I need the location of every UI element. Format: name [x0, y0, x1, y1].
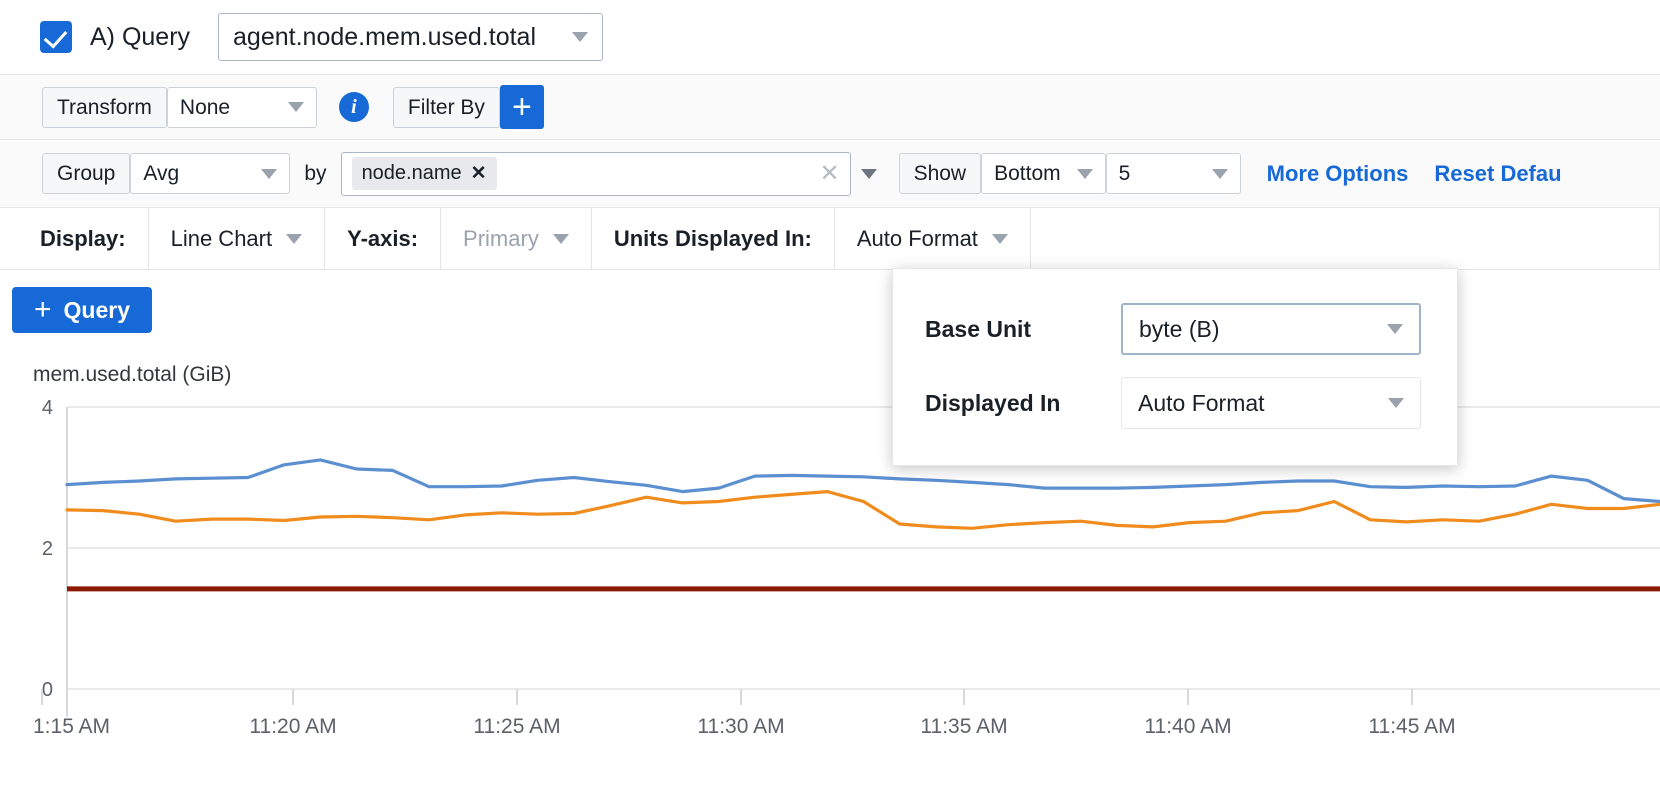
units-value: Auto Format	[857, 226, 978, 252]
plus-icon: +	[34, 295, 52, 325]
x-axis-tick-label: 11:25 AM	[473, 715, 560, 738]
chevron-down-icon	[1388, 398, 1404, 408]
chevron-down-icon	[261, 169, 277, 179]
metric-select-value: agent.node.mem.used.total	[233, 23, 536, 52]
tag-chip-label: node.name	[362, 162, 462, 185]
yaxis-value: Primary	[463, 226, 539, 252]
show-label: Show	[899, 153, 982, 194]
reset-defaults-link[interactable]: Reset Defau	[1434, 161, 1561, 187]
add-query-label: Query	[64, 297, 130, 324]
transform-select[interactable]: None	[167, 87, 317, 128]
chevron-down-icon	[1212, 169, 1228, 179]
displayed-in-label: Displayed In	[925, 390, 1121, 417]
show-count-value: 5	[1119, 163, 1131, 184]
group-aggregation-select[interactable]: Avg	[130, 153, 290, 194]
x-axis-tick-label: 11:45 AM	[1368, 715, 1455, 738]
transform-row: Transform None i Filter By +	[0, 75, 1660, 140]
transform-select-value: None	[180, 97, 230, 118]
clear-icon[interactable]: ✕	[819, 159, 839, 188]
show-count-select[interactable]: 5	[1106, 153, 1241, 194]
units-popover: Base Unit byte (B) Displayed In Auto For…	[892, 268, 1458, 466]
display-type-value: Line Chart	[171, 226, 273, 252]
chevron-down-icon	[572, 32, 588, 42]
query-enabled-checkbox[interactable]	[40, 21, 72, 53]
x-axis-tick-label: 11:20 AM	[249, 715, 336, 738]
display-row-filler	[1031, 208, 1660, 270]
base-unit-select[interactable]: byte (B)	[1121, 303, 1421, 355]
chart-title: mem.used.total (GiB)	[33, 363, 231, 387]
displayed-in-row: Displayed In Auto Format	[925, 377, 1421, 429]
units-label: Units Displayed In:	[592, 208, 835, 270]
display-label: Display:	[0, 208, 149, 270]
units-select[interactable]: Auto Format	[835, 208, 1031, 270]
metric-explorer-panel: A) Query agent.node.mem.used.total Trans…	[0, 0, 1660, 788]
yaxis-label: Y-axis:	[325, 208, 441, 270]
chevron-down-icon	[992, 234, 1008, 244]
show-direction-select[interactable]: Bottom	[981, 153, 1106, 194]
transform-label: Transform	[42, 87, 167, 128]
x-axis-tick-label: 1:15 AM	[33, 715, 110, 738]
chevron-down-icon	[553, 234, 569, 244]
group-row: Group Avg by node.name ✕ ✕ Show Bottom 5	[0, 140, 1660, 208]
base-unit-row: Base Unit byte (B)	[925, 303, 1421, 355]
show-group: Show Bottom 5	[899, 153, 1241, 194]
tag-chip[interactable]: node.name ✕	[352, 157, 497, 190]
group-by-tag-input[interactable]: node.name ✕ ✕	[341, 152, 851, 196]
filter-by-button[interactable]: Filter By	[393, 87, 500, 128]
display-row: Display: Line Chart Y-axis: Primary Unit…	[0, 208, 1660, 270]
displayed-in-value: Auto Format	[1138, 390, 1265, 417]
chevron-down-icon	[286, 234, 302, 244]
show-direction-value: Bottom	[994, 163, 1061, 184]
chevron-down-icon[interactable]	[861, 169, 877, 179]
displayed-in-select[interactable]: Auto Format	[1121, 377, 1421, 429]
add-filter-button[interactable]: +	[500, 85, 544, 129]
y-axis-tick-label: 2	[42, 538, 53, 560]
chevron-down-icon	[288, 102, 304, 112]
chevron-down-icon	[1387, 324, 1403, 334]
display-type-select[interactable]: Line Chart	[149, 208, 326, 270]
by-label: by	[304, 162, 326, 186]
base-unit-value: byte (B)	[1139, 316, 1220, 343]
series-line	[67, 492, 1660, 529]
info-icon[interactable]: i	[339, 92, 369, 122]
more-options-link[interactable]: More Options	[1267, 161, 1409, 187]
chevron-down-icon	[1077, 169, 1093, 179]
close-icon[interactable]: ✕	[471, 162, 487, 185]
metric-select[interactable]: agent.node.mem.used.total	[218, 13, 603, 61]
y-axis-tick-label: 0	[42, 679, 53, 701]
x-axis-tick-label: 11:35 AM	[920, 715, 1007, 738]
add-query-button[interactable]: + Query	[12, 287, 152, 333]
yaxis-select[interactable]: Primary	[441, 208, 592, 270]
series-line	[67, 460, 1660, 502]
group-aggregation-value: Avg	[143, 163, 179, 184]
x-axis-tick-label: 11:30 AM	[697, 715, 784, 738]
query-label: A) Query	[90, 23, 190, 52]
base-unit-label: Base Unit	[925, 316, 1121, 343]
y-axis-tick-label: 4	[42, 397, 53, 419]
query-row: A) Query agent.node.mem.used.total	[0, 0, 1660, 75]
group-label: Group	[42, 153, 130, 194]
x-axis-tick-label: 11:40 AM	[1144, 715, 1231, 738]
